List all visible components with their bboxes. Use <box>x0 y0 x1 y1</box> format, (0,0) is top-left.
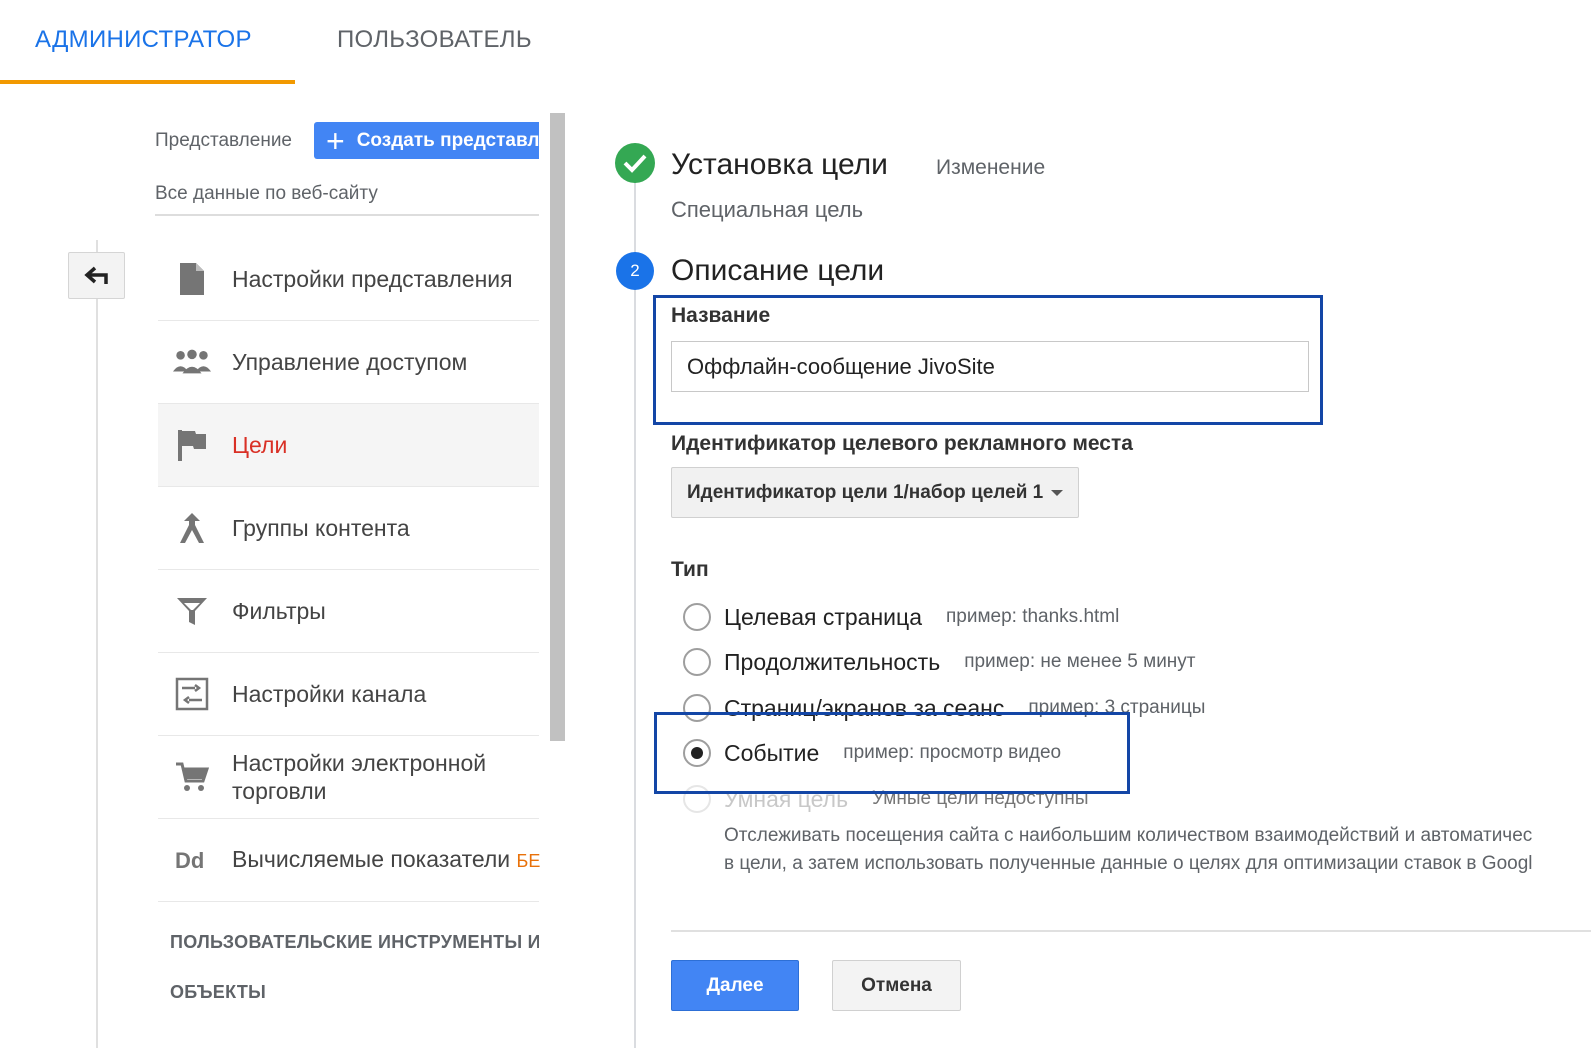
next-button[interactable]: Далее <box>671 960 799 1011</box>
type-option-duration[interactable]: Продолжительность пример: не менее 5 мин… <box>683 648 1196 676</box>
menu-item-goals[interactable]: Цели <box>158 404 539 487</box>
flag-icon <box>172 425 212 465</box>
highlight-event-option <box>654 712 1130 794</box>
type-option-example: пример: thanks.html <box>945 606 1120 627</box>
menu-item-view-settings[interactable]: Настройки представления <box>158 238 539 321</box>
dd-icon: Dd <box>172 840 212 880</box>
caret-down-icon <box>1051 490 1063 496</box>
slot-id-dropdown[interactable]: Идентификатор цели 1/набор целей 1 <box>671 467 1079 518</box>
view-select[interactable]: Все данные по веб-сайту <box>155 183 539 216</box>
content-group-icon <box>172 508 212 548</box>
radio-button[interactable] <box>683 603 711 631</box>
view-label: Представление <box>155 130 292 151</box>
highlight-name-field <box>653 295 1323 425</box>
active-tab-indicator <box>0 80 295 84</box>
step-complete-check-icon <box>615 143 655 183</box>
beta-badge: БЕ <box>516 851 541 871</box>
radio-button[interactable] <box>683 648 711 676</box>
create-view-label: Создать представл <box>356 129 539 151</box>
type-label: Тип <box>671 558 709 581</box>
type-option-example: пример: не менее 5 минут <box>964 651 1196 672</box>
menu-label: Фильтры <box>232 598 326 624</box>
menu-label: Цели <box>232 432 288 458</box>
menu-item-content-groups[interactable]: Группы контента <box>158 487 539 570</box>
menu-label: Группы контента <box>232 515 410 541</box>
menu-item-channel-settings[interactable]: Настройки канала <box>158 653 539 736</box>
step2-number: 2 <box>616 252 654 290</box>
create-view-button[interactable]: + Создать представл <box>314 122 539 159</box>
menu-label-text: Вычисляемые показатели <box>232 846 511 872</box>
tab-user[interactable]: ПОЛЬЗОВАТЕЛЬ <box>337 26 532 54</box>
section-custom-tools: ПОЛЬЗОВАТЕЛЬСКИЕ ИНСТРУМЕНТЫ И <box>170 932 539 952</box>
section-objects: ОБЪЕКТЫ <box>170 982 267 1002</box>
top-tabs: АДМИНИСТРАТОР ПОЛЬЗОВАТЕЛЬ <box>0 0 1591 84</box>
menu-label: Настройки представления <box>232 266 513 292</box>
cart-icon <box>172 757 212 797</box>
type-option-label: Продолжительность <box>724 648 941 675</box>
channel-settings-icon <box>172 674 212 714</box>
type-option-destination[interactable]: Целевая страница пример: thanks.html <box>683 603 1119 631</box>
step2-title: Описание цели <box>671 254 885 287</box>
back-arrow-icon <box>83 266 108 284</box>
menu-item-access-management[interactable]: Управление доступом <box>158 321 539 404</box>
people-icon <box>172 342 212 382</box>
wizard-step-line <box>634 180 636 1048</box>
menu-item-filters[interactable]: Фильтры <box>158 570 539 653</box>
menu-item-calculated-metrics[interactable]: Dd Вычисляемые показатели БЕ <box>158 819 540 902</box>
filter-icon <box>172 591 212 631</box>
left-tree-line <box>96 240 98 1048</box>
view-settings-menu: Настройки представления Управление досту… <box>158 238 540 902</box>
slot-id-label: Идентификатор целевого рекламного места <box>671 432 1133 455</box>
step1-subtitle: Специальная цель <box>671 197 864 222</box>
slot-id-value: Идентификатор цели 1/набор целей 1 <box>687 481 1044 503</box>
menu-item-ecommerce-settings[interactable]: Настройки электронной торговли <box>158 736 539 819</box>
smart-desc-line: Отслеживать посещения сайта с наибольшим… <box>724 825 1533 846</box>
step1-title: Установка цели <box>671 148 888 181</box>
menu-label: Управление доступом <box>232 349 468 375</box>
cancel-button[interactable]: Отмена <box>832 960 961 1011</box>
type-option-label: Целевая страница <box>724 603 922 630</box>
svg-text:Dd: Dd <box>175 848 204 873</box>
smart-goal-description: Отслеживать посещения сайта с наибольшим… <box>724 822 1591 878</box>
menu-label: Настройки электронной торговли <box>232 750 487 804</box>
form-divider <box>671 930 1591 932</box>
smart-desc-line: в цели, а затем использовать полученные … <box>724 853 1533 874</box>
plus-icon: + <box>326 122 345 159</box>
document-icon <box>172 259 212 299</box>
back-button[interactable] <box>68 252 125 299</box>
tab-admin[interactable]: АДМИНИСТРАТОР <box>35 26 252 54</box>
menu-label: Настройки канала <box>232 681 427 707</box>
step1-edit-link[interactable]: Изменение <box>936 156 1045 180</box>
left-scrollbar[interactable] <box>550 113 565 741</box>
menu-label: Вычисляемые показатели БЕ <box>232 845 540 875</box>
